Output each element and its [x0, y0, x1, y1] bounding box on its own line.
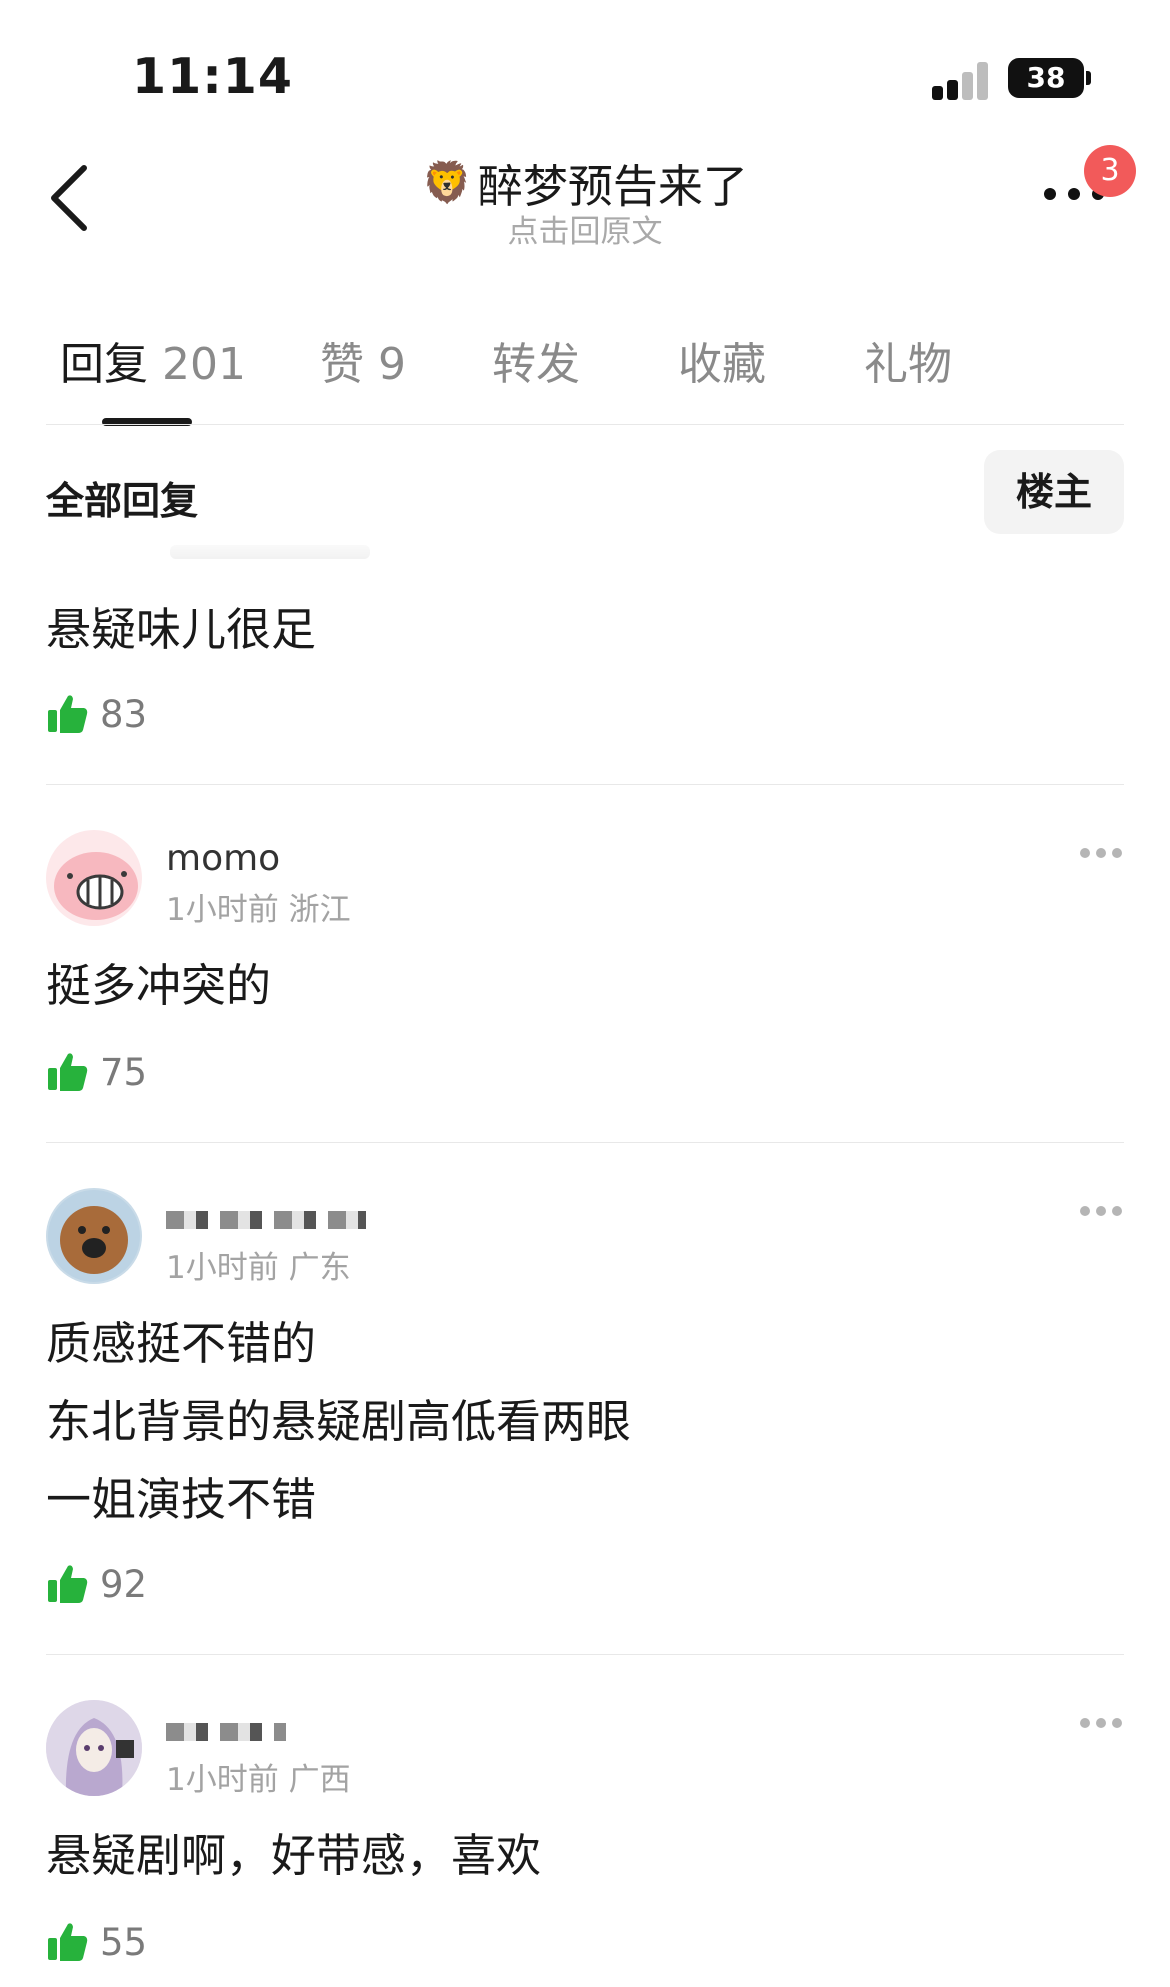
comment-text-line: 一姐演技不错 [46, 1473, 317, 1526]
username-blurred[interactable] [166, 1198, 366, 1239]
owner-filter-label: 楼主 [1015, 470, 1092, 514]
tab-likes-count: 9 [378, 339, 406, 390]
scroll-fade [46, 536, 386, 566]
signal-icon [932, 60, 996, 100]
like-count: 92 [100, 1562, 148, 1606]
like-button[interactable]: 83 [46, 690, 147, 738]
tab-replies-count: 201 [162, 339, 246, 390]
like-count: 55 [100, 1920, 148, 1964]
thumbs-up-icon [48, 1923, 88, 1961]
lion-emoji-icon: 🦁 [422, 160, 472, 206]
tab-likes-label: 赞 [320, 339, 364, 390]
comment-text: 挺多冲突的 [46, 959, 272, 1012]
comment-text: 悬疑味儿很足 [46, 603, 317, 656]
thumbs-up-icon [48, 1053, 88, 1091]
username[interactable]: momo [166, 838, 280, 879]
owner-filter-button[interactable]: 楼主 [984, 450, 1124, 534]
comment-text-line: 质感挺不错的 [46, 1317, 317, 1370]
notification-badge: 3 [1084, 145, 1136, 197]
anime-avatar-icon [46, 1700, 142, 1796]
battery-cap [1086, 71, 1091, 85]
avatar[interactable] [46, 1700, 142, 1796]
comment-more-button[interactable] [1080, 1206, 1124, 1218]
like-button[interactable]: 75 [46, 1048, 147, 1096]
comment-meta: 1小时前 广东 [166, 1242, 351, 1287]
comment-location: 广西 [288, 1762, 351, 1798]
avatar[interactable] [46, 1188, 142, 1284]
tab-gifts[interactable]: 礼物 [864, 328, 952, 392]
status-time: 11:14 [132, 48, 293, 105]
comment-meta: 1小时前 广西 [166, 1754, 351, 1799]
comment-time: 1小时前 [166, 1762, 279, 1798]
divider [46, 1654, 1124, 1655]
comment-text: 悬疑剧啊，好带感，喜欢 [46, 1829, 542, 1882]
all-replies-heading: 全部回复 [46, 479, 199, 523]
like-button[interactable]: 92 [46, 1560, 147, 1608]
thumbs-up-icon [48, 695, 88, 733]
like-button[interactable]: 55 [46, 1918, 147, 1966]
back-to-original-link[interactable]: 点击回原文 [0, 206, 1170, 251]
tab-reposts[interactable]: 转发 [492, 328, 580, 392]
tab-favorites[interactable]: 收藏 [678, 328, 766, 392]
like-count: 83 [100, 692, 148, 736]
comment-location: 广东 [288, 1250, 351, 1286]
divider [46, 1142, 1124, 1143]
thumbs-up-icon [48, 1565, 88, 1603]
bear-avatar-icon [48, 1190, 140, 1282]
comment-more-button[interactable] [1080, 1718, 1124, 1730]
tab-replies[interactable]: 回复 201 [60, 328, 246, 392]
tab-replies-label: 回复 [60, 339, 148, 390]
comment-time: 1小时前 [166, 1250, 279, 1286]
comment-text-line: 东北背景的悬疑剧高低看两眼 [46, 1395, 632, 1448]
comment-meta: 1小时前 浙江 [166, 884, 351, 929]
avatar[interactable] [46, 830, 142, 926]
comment-location: 浙江 [288, 892, 351, 928]
divider [46, 784, 1124, 785]
battery-icon: 38 [1008, 58, 1084, 98]
username-blur [166, 1723, 286, 1741]
tab-bar: 回复 201 赞 9 转发 收藏 礼物 [0, 328, 1170, 408]
username-blurred[interactable] [166, 1710, 286, 1751]
username-blur [166, 1211, 366, 1229]
like-count: 75 [100, 1050, 148, 1094]
divider [46, 424, 1124, 425]
comment-more-button[interactable] [1080, 848, 1124, 860]
pig-avatar-icon [54, 852, 138, 920]
tab-likes[interactable]: 赞 9 [320, 328, 406, 392]
comment-time: 1小时前 [166, 892, 279, 928]
